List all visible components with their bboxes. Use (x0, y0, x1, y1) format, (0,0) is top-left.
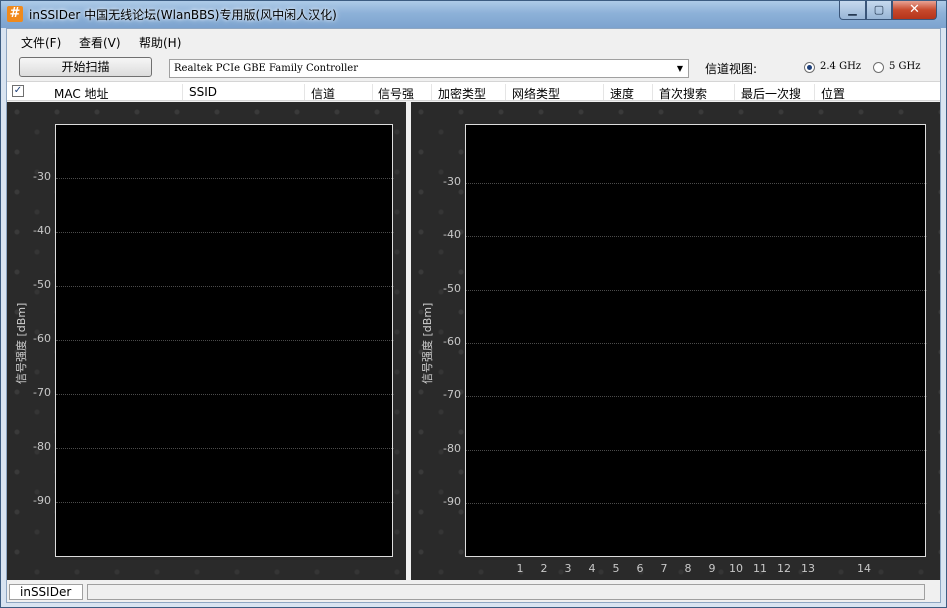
col-divider[interactable] (734, 84, 735, 100)
x-tick-label: 10 (729, 562, 743, 575)
y-tick-label: -90 (33, 494, 51, 507)
x-tick-label: 5 (612, 562, 620, 575)
adapter-select-value: Realtek PCIe GBE Family Controller (174, 63, 358, 74)
col-divider[interactable] (372, 84, 373, 100)
grid-line (56, 178, 394, 179)
x-tick-label: 11 (753, 562, 767, 575)
y-tick-label: -30 (443, 175, 461, 188)
grid-line (466, 502, 927, 504)
col-divider[interactable] (505, 84, 506, 100)
x-tick-label: 13 (801, 562, 815, 575)
status-panel-app: inSSIDer (9, 584, 83, 600)
col-signal[interactable]: 信号强 (378, 85, 414, 102)
close-button[interactable]: ✕ (892, 1, 937, 20)
menu-file[interactable]: 文件(F) (21, 34, 61, 51)
col-divider[interactable] (652, 84, 653, 100)
y-tick-label: -50 (443, 281, 461, 295)
x-tick-label: 4 (588, 562, 596, 575)
channel-graph-pane: 信号强度 [dBm] -30 -40 -50 -60 -70 -80 -90 1 2 3 4 5 6 7 8… (411, 102, 940, 580)
col-divider[interactable] (431, 84, 432, 100)
time-graph-pane: 信号强度 [dBm] -30 -40 -50 -60 -70 -80 -90 (7, 102, 406, 580)
grid-line (56, 286, 394, 287)
y-tick-label: -70 (443, 388, 461, 402)
grid-line (466, 183, 927, 184)
y-tick-label: -40 (443, 228, 461, 242)
x-tick-label: 9 (708, 562, 716, 575)
grid-line (466, 342, 927, 344)
x-tick-label: 2 (540, 562, 548, 575)
grid-line (56, 394, 394, 395)
grid-line (56, 232, 394, 233)
y-tick-label: -80 (33, 440, 51, 453)
menu-help[interactable]: 帮助(H) (139, 34, 181, 51)
y-tick-label: -40 (33, 224, 51, 237)
x-tick-label: 6 (636, 562, 644, 575)
col-channel[interactable]: 信道 (311, 85, 335, 102)
select-all-checkbox[interactable]: ✓ (12, 85, 24, 97)
grid-line (466, 396, 927, 398)
adapter-select[interactable]: Realtek PCIe GBE Family Controller ▼ (169, 59, 689, 78)
x-tick-label: 3 (564, 562, 572, 575)
app-window: # inSSIDer 中国无线论坛(WlanBBS)专用版(风中闲人汉化) ▁ … (0, 0, 947, 608)
col-speed[interactable]: 速度 (610, 85, 634, 102)
client-area: 文件(F) 查看(V) 帮助(H) 开始扫描 Realtek PCIe GBE … (6, 28, 941, 603)
y-tick-label: -80 (443, 441, 461, 455)
radio-5ghz[interactable] (873, 62, 884, 73)
y-tick-label: -60 (443, 334, 461, 348)
grid-line (466, 236, 927, 238)
y-tick-label: -90 (443, 494, 461, 508)
grid-line (56, 340, 394, 341)
col-network-type[interactable]: 网络类型 (512, 85, 560, 102)
col-divider[interactable] (182, 84, 183, 100)
x-tick-label: 8 (684, 562, 692, 575)
time-graph-plot (55, 124, 394, 557)
channel-graph-plot (465, 124, 927, 557)
window-title: inSSIDer 中国无线论坛(WlanBBS)专用版(风中闲人汉化) (29, 8, 337, 22)
y-tick-label: -50 (33, 278, 51, 291)
x-tick-label: 1 (516, 562, 524, 575)
grid-line (466, 289, 927, 291)
network-list-header: ✓ MAC 地址 SSID 信道 信号强 加密类型 网络类型 速度 首次搜索 最… (7, 81, 940, 101)
col-divider[interactable] (304, 84, 305, 100)
col-last-seen[interactable]: 最后一次搜 (741, 85, 801, 102)
start-scan-button[interactable]: 开始扫描 (19, 57, 152, 77)
maximize-button[interactable]: ▢ (866, 1, 892, 20)
radio-24ghz-label: 2.4 GHz (820, 61, 862, 72)
channel-view-label: 信道视图: (705, 62, 758, 76)
y-tick-label: -30 (33, 170, 51, 183)
col-divider[interactable] (603, 84, 604, 100)
status-panel-empty (87, 584, 925, 600)
app-icon: # (7, 6, 23, 22)
chevron-down-icon[interactable]: ▼ (675, 60, 685, 77)
grid-line (56, 502, 394, 503)
col-mac[interactable]: MAC 地址 (54, 85, 109, 102)
grid-line (56, 448, 394, 449)
x-tick-label: 14 (857, 562, 871, 575)
menu-bar: 文件(F) 查看(V) 帮助(H) (7, 29, 940, 53)
col-encryption[interactable]: 加密类型 (438, 85, 486, 102)
minimize-button[interactable]: ▁ (839, 1, 866, 20)
title-bar[interactable]: # inSSIDer 中国无线论坛(WlanBBS)专用版(风中闲人汉化) ▁ … (1, 1, 946, 28)
toolbar: 开始扫描 Realtek PCIe GBE Family Controller … (7, 54, 940, 80)
grid-line (466, 449, 927, 451)
status-bar: inSSIDer (7, 582, 940, 602)
col-first-seen[interactable]: 首次搜索 (659, 85, 707, 102)
x-tick-label: 7 (660, 562, 668, 575)
x-tick-label: 12 (777, 562, 791, 575)
y-tick-label: -60 (33, 332, 51, 345)
col-divider[interactable] (814, 84, 815, 100)
col-ssid[interactable]: SSID (189, 85, 217, 99)
radio-5ghz-label: 5 GHz (889, 61, 921, 72)
radio-24ghz[interactable] (804, 62, 815, 73)
y-tick-label: -70 (33, 386, 51, 399)
col-location[interactable]: 位置 (821, 85, 845, 102)
menu-view[interactable]: 查看(V) (79, 34, 121, 51)
